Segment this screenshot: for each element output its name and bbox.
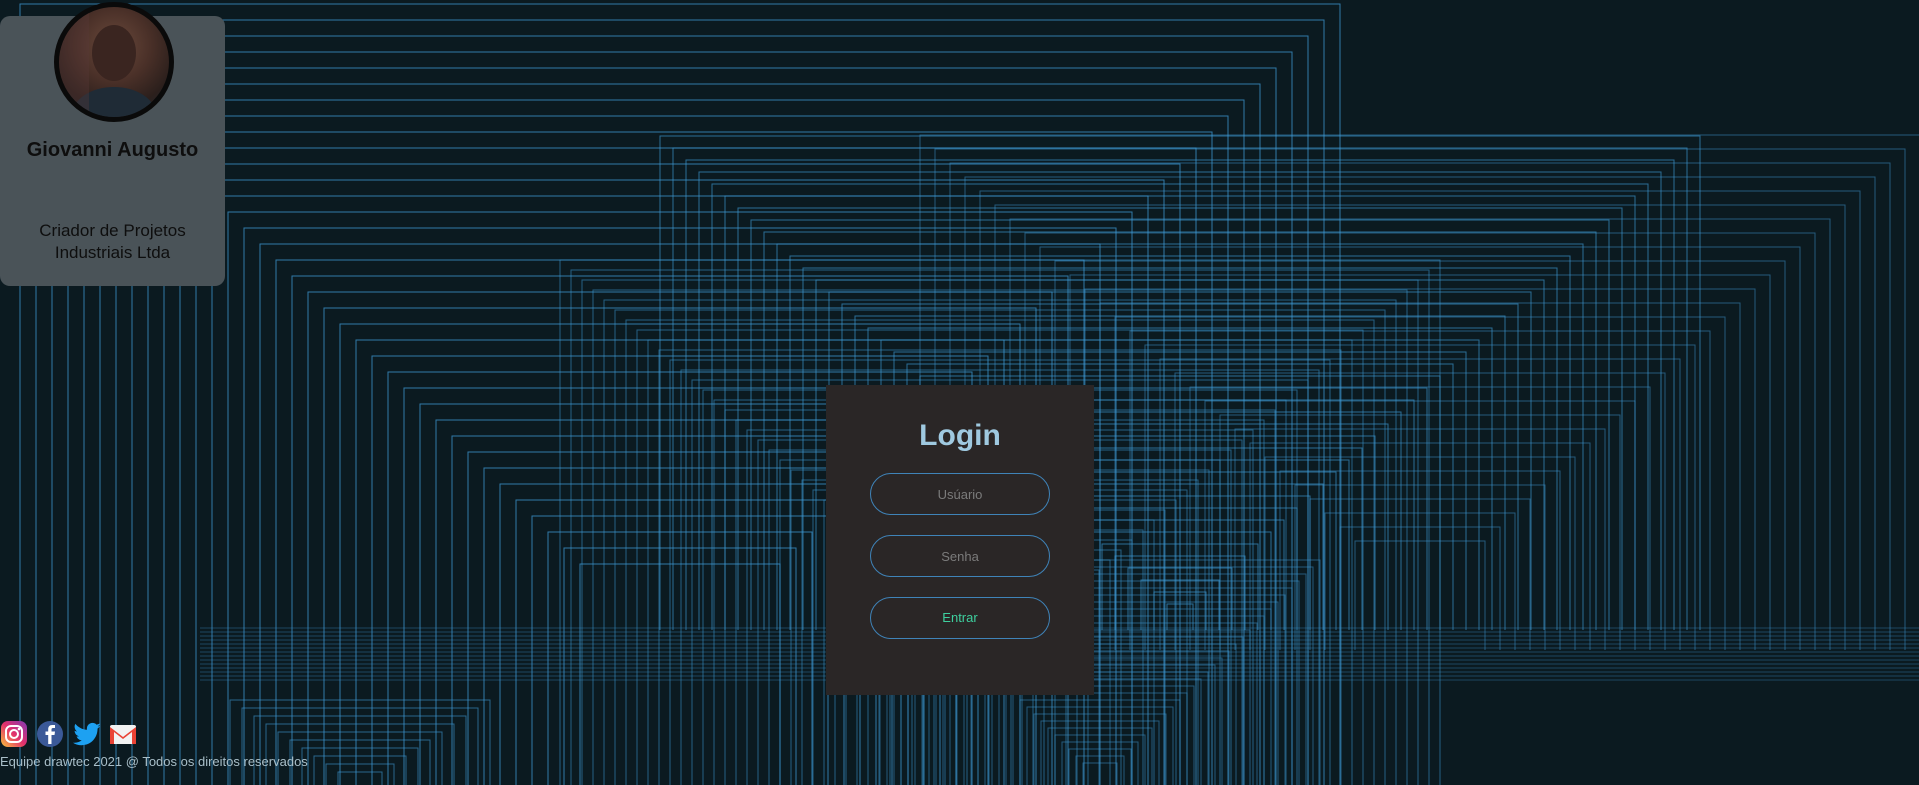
- gmail-icon[interactable]: [108, 720, 136, 748]
- profile-role: Criador de Projetos Industriais Ltda: [39, 221, 186, 262]
- password-input[interactable]: [870, 535, 1050, 577]
- instagram-icon[interactable]: [0, 720, 28, 748]
- username-input[interactable]: [870, 473, 1050, 515]
- submit-button[interactable]: Entrar: [870, 597, 1050, 639]
- login-panel: Login Entrar: [826, 385, 1094, 695]
- twitter-icon[interactable]: [72, 720, 101, 748]
- footer-copyright: Equipe drawtec 2021 @ Todos os direitos …: [0, 754, 308, 769]
- facebook-icon[interactable]: [36, 720, 64, 748]
- profile-avatar: [54, 2, 174, 122]
- profile-card: Giovanni Augusto Criador de Projetos Ind…: [0, 2, 225, 286]
- login-title: Login: [919, 419, 1001, 452]
- profile-name: Giovanni Augusto: [26, 139, 199, 161]
